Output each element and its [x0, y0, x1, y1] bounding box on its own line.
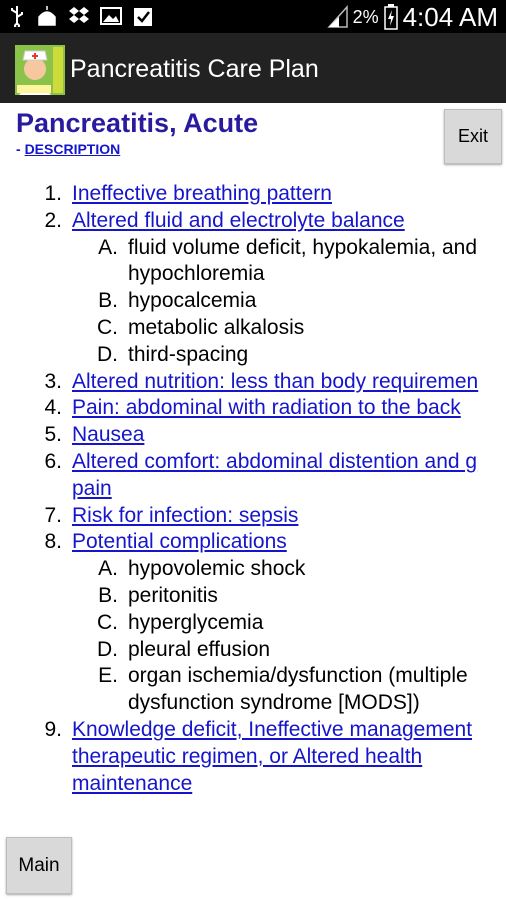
mosque-icon — [38, 6, 56, 26]
list-item-link[interactable]: Nausea — [72, 422, 144, 449]
care-plan-list: 1. Ineffective breathing pattern 2. Altere… — [0, 181, 506, 797]
battery-percent: 2% — [352, 7, 379, 27]
sub-item: D. third-spacing — [97, 342, 249, 366]
sub-item: A. fluid volume deficit, hypokalemia, and — [98, 235, 478, 259]
sub-item: E. organ ischemia/dysfunction (multiple — [98, 664, 468, 688]
list-item[interactable]: 7. Risk for infection: sepsis — [0, 503, 506, 530]
list-item[interactable]: 8. Potential complications — [0, 529, 506, 556]
page-title: Pancreatitis, Acute — [16, 108, 259, 138]
sub-item: D. pleural effusion — [97, 637, 271, 661]
list-item-link[interactable]: Ineffective breathing pattern — [72, 181, 332, 208]
list-item[interactable]: 1. Ineffective breathing pattern — [0, 181, 506, 208]
system-indicators: 2% 4:04 AM — [326, 2, 498, 32]
list-item[interactable]: 9. Knowledge deficit, Ineffective managem… — [0, 717, 506, 744]
gallery-icon — [100, 7, 122, 25]
sub-item: C. hyperglycemia — [97, 610, 264, 634]
list-item[interactable]: therapeutic regimen, or Altered health — [0, 744, 506, 771]
list-item[interactable]: 6. Altered comfort: abdominal distention … — [0, 449, 506, 476]
main-button[interactable]: Main — [6, 837, 72, 894]
content-area: Pancreatitis, Acute - DESCRIPTION Exit 1… — [0, 103, 506, 900]
exit-button[interactable]: Exit — [444, 109, 502, 164]
sub-item: B. hypocalcemia — [98, 289, 257, 313]
sub-item: C. metabolic alkalosis — [97, 315, 305, 339]
list-item[interactable]: 4. Pain: abdominal with radiation to the … — [0, 395, 506, 422]
description-prefix: - — [16, 141, 25, 157]
list-item[interactable]: 5. Nausea — [0, 422, 506, 449]
signal-icon — [326, 5, 348, 28]
action-bar: Pancreatitis Care Plan — [0, 33, 506, 103]
list-item[interactable]: pain — [0, 476, 506, 503]
battery-icon — [383, 4, 398, 30]
list-item-link[interactable]: therapeutic regimen, or Altered health — [72, 744, 422, 771]
dropbox-icon — [69, 7, 89, 23]
clock: 4:04 AM — [402, 2, 498, 32]
description-link[interactable]: DESCRIPTION — [25, 141, 121, 157]
notification-icons — [8, 5, 154, 27]
sub-item: dysfunction syndrome [MODS]) — [128, 691, 420, 715]
app-title: Pancreatitis Care Plan — [70, 55, 319, 83]
list-item-link[interactable]: Altered comfort: abdominal distention an… — [72, 449, 477, 476]
status-bar: 2% 4:04 AM — [0, 0, 506, 33]
list-item[interactable]: 3. Altered nutrition: less than body requ… — [0, 369, 506, 396]
sub-item: B. peritonitis — [98, 583, 218, 607]
list-item-link[interactable]: maintenance — [72, 771, 192, 798]
list-item-link[interactable]: Risk for infection: sepsis — [72, 503, 298, 530]
list-item-link[interactable]: Knowledge deficit, Ineffective managemen… — [72, 717, 472, 744]
usb-icon — [11, 6, 23, 27]
list-item-link[interactable]: Potential complications — [72, 529, 287, 556]
sub-item: A. hypovolemic shock — [98, 557, 306, 581]
list-item-link[interactable]: Altered fluid and electrolyte balance — [72, 208, 405, 235]
list-item[interactable]: 2. Altered fluid and electrolyte balance — [0, 208, 506, 235]
description-link-row: - DESCRIPTION — [16, 141, 120, 157]
list-item-link[interactable]: pain — [72, 476, 112, 503]
list-item[interactable]: maintenance — [0, 771, 506, 798]
nurse-care-plan-icon[interactable] — [15, 45, 65, 95]
list-item-link[interactable]: Pain: abdominal with radiation to the ba… — [72, 395, 461, 422]
list-item-link[interactable]: Altered nutrition: less than body requir… — [72, 369, 478, 396]
clipboard-check-icon — [134, 8, 152, 26]
sub-item: hypochloremia — [128, 262, 265, 286]
